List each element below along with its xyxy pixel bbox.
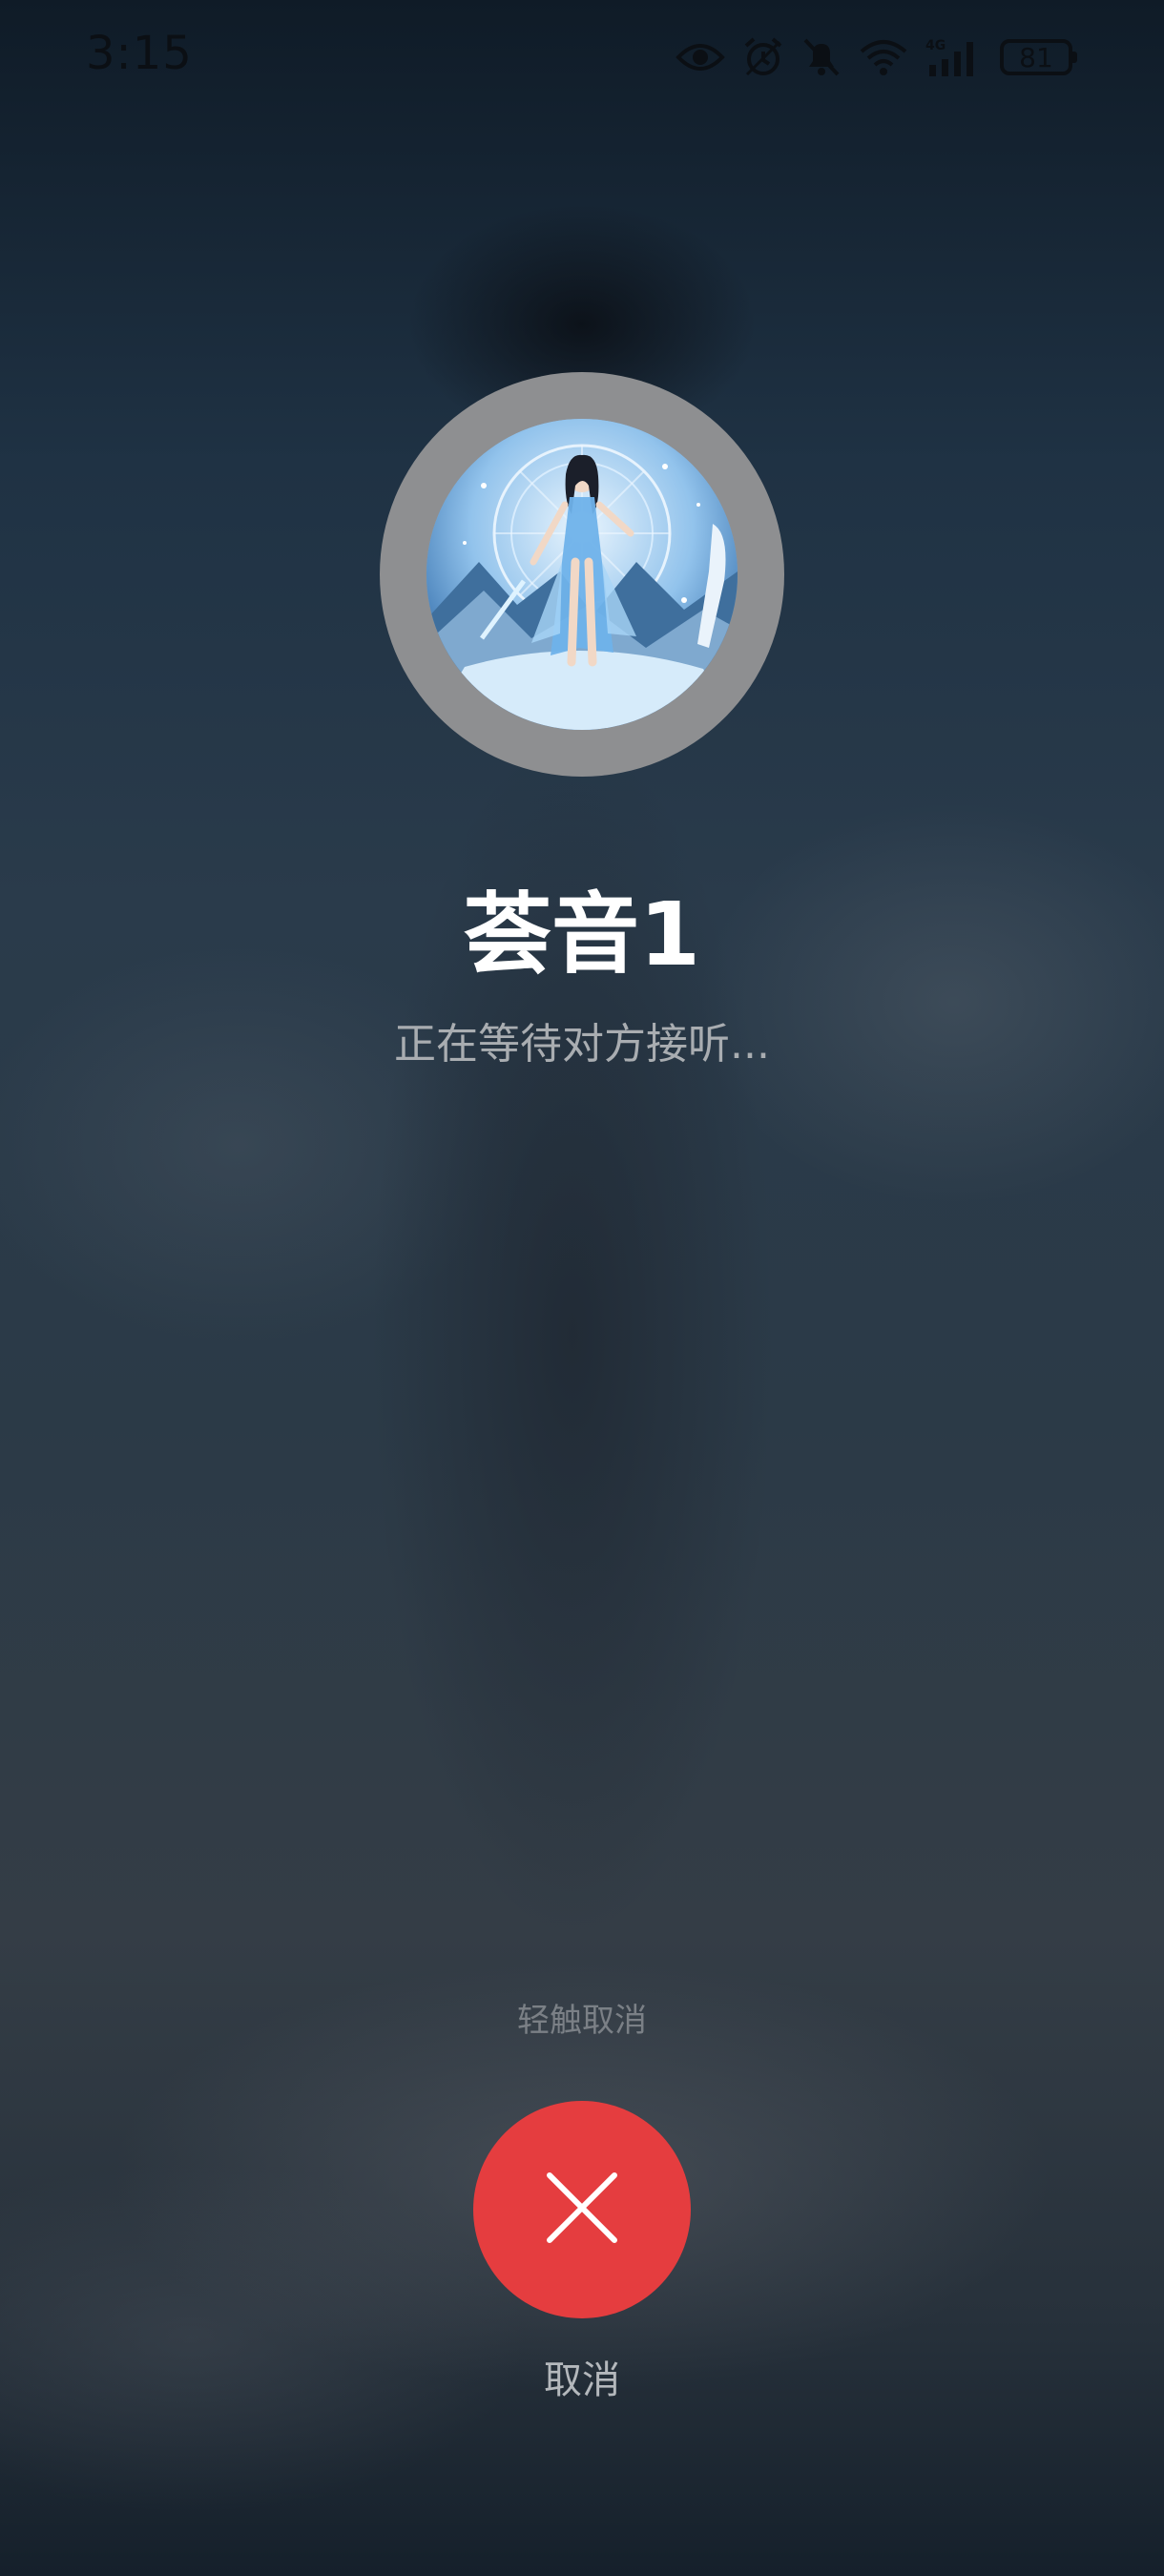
status-time: 3:15 (86, 27, 193, 80)
cellular-4g-icon: 4G (925, 36, 983, 78)
avatar-ring (380, 372, 784, 777)
status-icons: 4G 81 (676, 29, 1077, 86)
alarm-icon (742, 36, 784, 78)
mute-bell-icon (801, 36, 842, 78)
svg-text:4G: 4G (925, 38, 946, 53)
eye-icon (676, 38, 725, 76)
battery-level: 81 (1019, 41, 1053, 73)
tap-to-cancel-hint: 轻触取消 (517, 2002, 647, 2040)
call-screen: 3:15 4G 81 荟音1 正在等待对方接听... 轻触取消 取消 (0, 0, 1164, 2576)
status-bar: 3:15 4G 81 (0, 0, 1164, 114)
call-status: 正在等待对方接听... (394, 1020, 770, 1069)
caller-name: 荟音1 (463, 883, 700, 986)
close-icon (544, 2170, 620, 2250)
wifi-icon (859, 38, 908, 76)
cancel-label: 取消 (544, 2358, 620, 2402)
cancel-call-button[interactable] (473, 2101, 691, 2318)
caller-avatar (426, 419, 738, 730)
battery-icon: 81 (1000, 39, 1077, 75)
